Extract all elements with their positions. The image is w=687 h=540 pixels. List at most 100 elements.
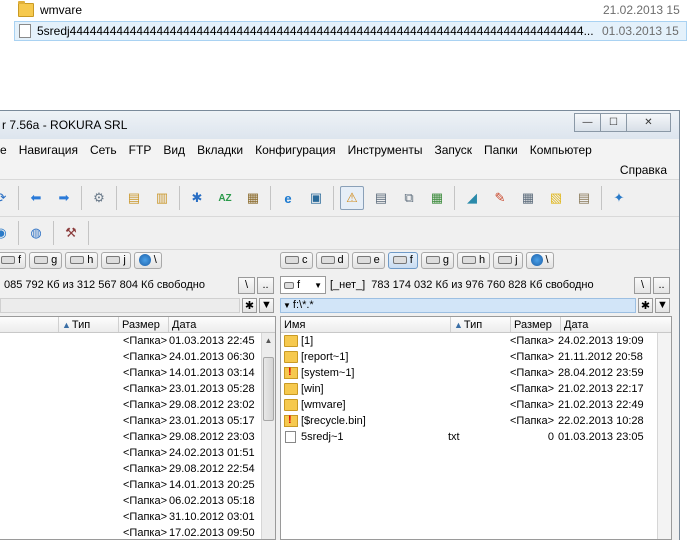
table-row[interactable]: [report~1] <Папка> 21.11.2012 20:58 (281, 349, 671, 365)
menu-tools[interactable]: Инструменты (342, 143, 429, 157)
root-dir-button[interactable]: \ (238, 276, 255, 294)
scroll-thumb[interactable] (263, 357, 274, 421)
drive-button-network[interactable]: \ (525, 251, 554, 269)
menu-folders[interactable]: Папки (478, 143, 524, 157)
drive-button-f[interactable]: f (0, 251, 27, 269)
size-column-header[interactable]: Размер (119, 317, 169, 332)
multi-rename-icon[interactable]: ✎ (489, 187, 511, 209)
table-row[interactable]: <Папка> 24.01.2013 06:30 (0, 349, 275, 365)
warning-view-icon[interactable]: ⚠ (340, 186, 364, 210)
menu-view[interactable]: Вид (157, 143, 191, 157)
history-dropdown-icon[interactable]: ▼ (655, 297, 670, 313)
sync-dirs-icon[interactable]: ▦ (426, 187, 448, 209)
drive-button-g[interactable]: g (29, 251, 63, 269)
table-row[interactable]: [win] <Папка> 21.02.2013 22:17 (281, 381, 671, 397)
table-row[interactable]: [wmvare] <Папка> 21.02.2013 22:49 (281, 397, 671, 413)
drive-button-j[interactable]: j (101, 251, 131, 269)
close-button[interactable]: ✕ (626, 113, 671, 132)
menu-navigation[interactable]: Навигация (13, 143, 84, 157)
table-row[interactable]: <Папка> 31.10.2012 03:01 (0, 509, 275, 525)
maximize-button[interactable]: ☐ (600, 113, 627, 132)
table-row[interactable]: <Папка> 14.01.2013 03:14 (0, 365, 275, 381)
view-text-icon[interactable]: ▤ (370, 187, 392, 209)
right-file-panel[interactable]: Имя ▲ Тип Размер Дата [1] <Папка> 24.02.201… (280, 316, 672, 540)
drive-button-d[interactable]: d (315, 251, 349, 269)
date-column-header[interactable]: Дата (169, 317, 263, 332)
drive-button-j[interactable]: j (493, 251, 523, 269)
drive-button-h[interactable]: h (456, 251, 491, 269)
toolbar-separator (88, 221, 89, 245)
menu-computer[interactable]: Компьютер (524, 143, 598, 157)
table-row[interactable]: <Папка> 23.01.2013 05:17 (0, 413, 275, 429)
refresh-icon[interactable]: ⟳ (0, 187, 12, 209)
explorer-row-selected[interactable]: 5sredj4444444444444444444444444444444444… (14, 21, 687, 41)
drive-select[interactable]: f ▼ (280, 276, 326, 294)
drive-button-c[interactable]: c (280, 251, 313, 269)
size-column-header[interactable]: Размер (511, 317, 561, 332)
sort-az-icon[interactable]: AZ (214, 187, 236, 209)
unpack-icon[interactable]: ▥ (151, 187, 173, 209)
ext-column-header[interactable]: ▲ Тип (451, 317, 511, 332)
network-computer-icon[interactable]: ▣ (305, 187, 327, 209)
document-icon[interactable]: ▤ (573, 187, 595, 209)
table-row[interactable]: <Папка> 29.08.2012 23:03 (0, 429, 275, 445)
settings-gear-icon[interactable]: ⚙ (88, 187, 110, 209)
table-row[interactable]: [1] <Папка> 24.02.2013 19:09 (281, 333, 671, 349)
ext-column-header[interactable]: ▲ Тип (59, 317, 119, 332)
forward-arrow-icon[interactable]: ➡ (53, 187, 75, 209)
drive-button-e[interactable]: e (351, 251, 385, 269)
plugin-icon[interactable]: ✦ (608, 187, 630, 209)
internet-explorer-icon[interactable]: e (277, 187, 299, 209)
table-row[interactable]: [$recycle.bin] <Папка> 22.02.2013 10:28 (281, 413, 671, 429)
left-file-panel[interactable]: ▲ Тип Размер Дата <Папка> 01.03.2013 22:45… (0, 316, 276, 540)
globe-network-icon[interactable]: ◍ (25, 222, 47, 244)
target-icon[interactable]: ◉ (0, 222, 12, 244)
search-files-icon[interactable]: ✱ (186, 187, 208, 209)
table-row[interactable]: <Папка> 06.02.2013 05:18 (0, 493, 275, 509)
compare-files-icon[interactable]: ⧉ (398, 187, 420, 209)
table-row[interactable]: <Папка> 14.01.2013 20:25 (0, 477, 275, 493)
date-column-header[interactable]: Дата (561, 317, 659, 332)
table-row[interactable]: [system~1] <Папка> 28.04.2012 23:59 (281, 365, 671, 381)
clipboard-icon[interactable]: ▦ (242, 187, 264, 209)
table-row[interactable]: <Папка> 29.08.2012 23:02 (0, 397, 275, 413)
drive-button-h[interactable]: h (65, 251, 99, 269)
left-scrollbar[interactable]: ▲ (261, 333, 275, 539)
name-column-header[interactable]: Имя (281, 317, 451, 332)
menu-help[interactable]: Справка (620, 163, 667, 177)
menu-start[interactable]: Запуск (428, 143, 478, 157)
title-bar[interactable]: r 7.56a - ROKURA SRL — ☐ ✕ (0, 111, 679, 139)
minimize-button[interactable]: — (574, 113, 601, 132)
explorer-row[interactable]: wmvare 21.02.2013 15 (0, 0, 687, 20)
menu-configuration[interactable]: Конфигурация (249, 143, 342, 157)
root-dir-button[interactable]: \ (634, 276, 651, 294)
table-row[interactable]: <Папка> 17.02.2013 09:50 (0, 525, 275, 539)
table-row[interactable]: 5sredj~1 txt 0 01.03.2013 23:05 (281, 429, 671, 445)
pack-icon[interactable]: ▤ (123, 187, 145, 209)
left-path-bar[interactable] (0, 297, 240, 313)
parent-dir-button[interactable]: .. (257, 276, 274, 294)
name-column-header[interactable] (0, 317, 59, 332)
menu-tabs[interactable]: Вкладки (191, 143, 249, 157)
tools-icon[interactable]: ⚒ (60, 222, 82, 244)
drive-button-g[interactable]: g (420, 251, 454, 269)
history-star-icon[interactable]: ✱ (242, 297, 257, 313)
history-star-icon[interactable]: ✱ (638, 297, 653, 313)
parent-dir-button[interactable]: .. (653, 276, 670, 294)
notepad-icon[interactable]: ▧ (545, 187, 567, 209)
table-row[interactable]: <Папка> 01.03.2013 22:45 (0, 333, 275, 349)
calculator-icon[interactable]: ▦ (517, 187, 539, 209)
eraser-icon[interactable]: ◢ (461, 187, 483, 209)
history-dropdown-icon[interactable]: ▼ (259, 297, 274, 313)
menu-network[interactable]: Сеть (84, 143, 123, 157)
menu-commands[interactable]: e (0, 143, 13, 157)
table-row[interactable]: <Папка> 24.02.2013 01:51 (0, 445, 275, 461)
table-row[interactable]: <Папка> 29.08.2012 22:54 (0, 461, 275, 477)
menu-ftp[interactable]: FTP (123, 143, 158, 157)
drive-button-network[interactable]: \ (133, 251, 162, 269)
drive-button-f-active[interactable]: f (387, 251, 418, 269)
right-scrollbar[interactable] (657, 333, 671, 539)
back-arrow-icon[interactable]: ⬅ (25, 187, 47, 209)
table-row[interactable]: <Папка> 23.01.2013 05:28 (0, 381, 275, 397)
right-path-bar[interactable]: ▼ f:\*.* (280, 297, 636, 313)
